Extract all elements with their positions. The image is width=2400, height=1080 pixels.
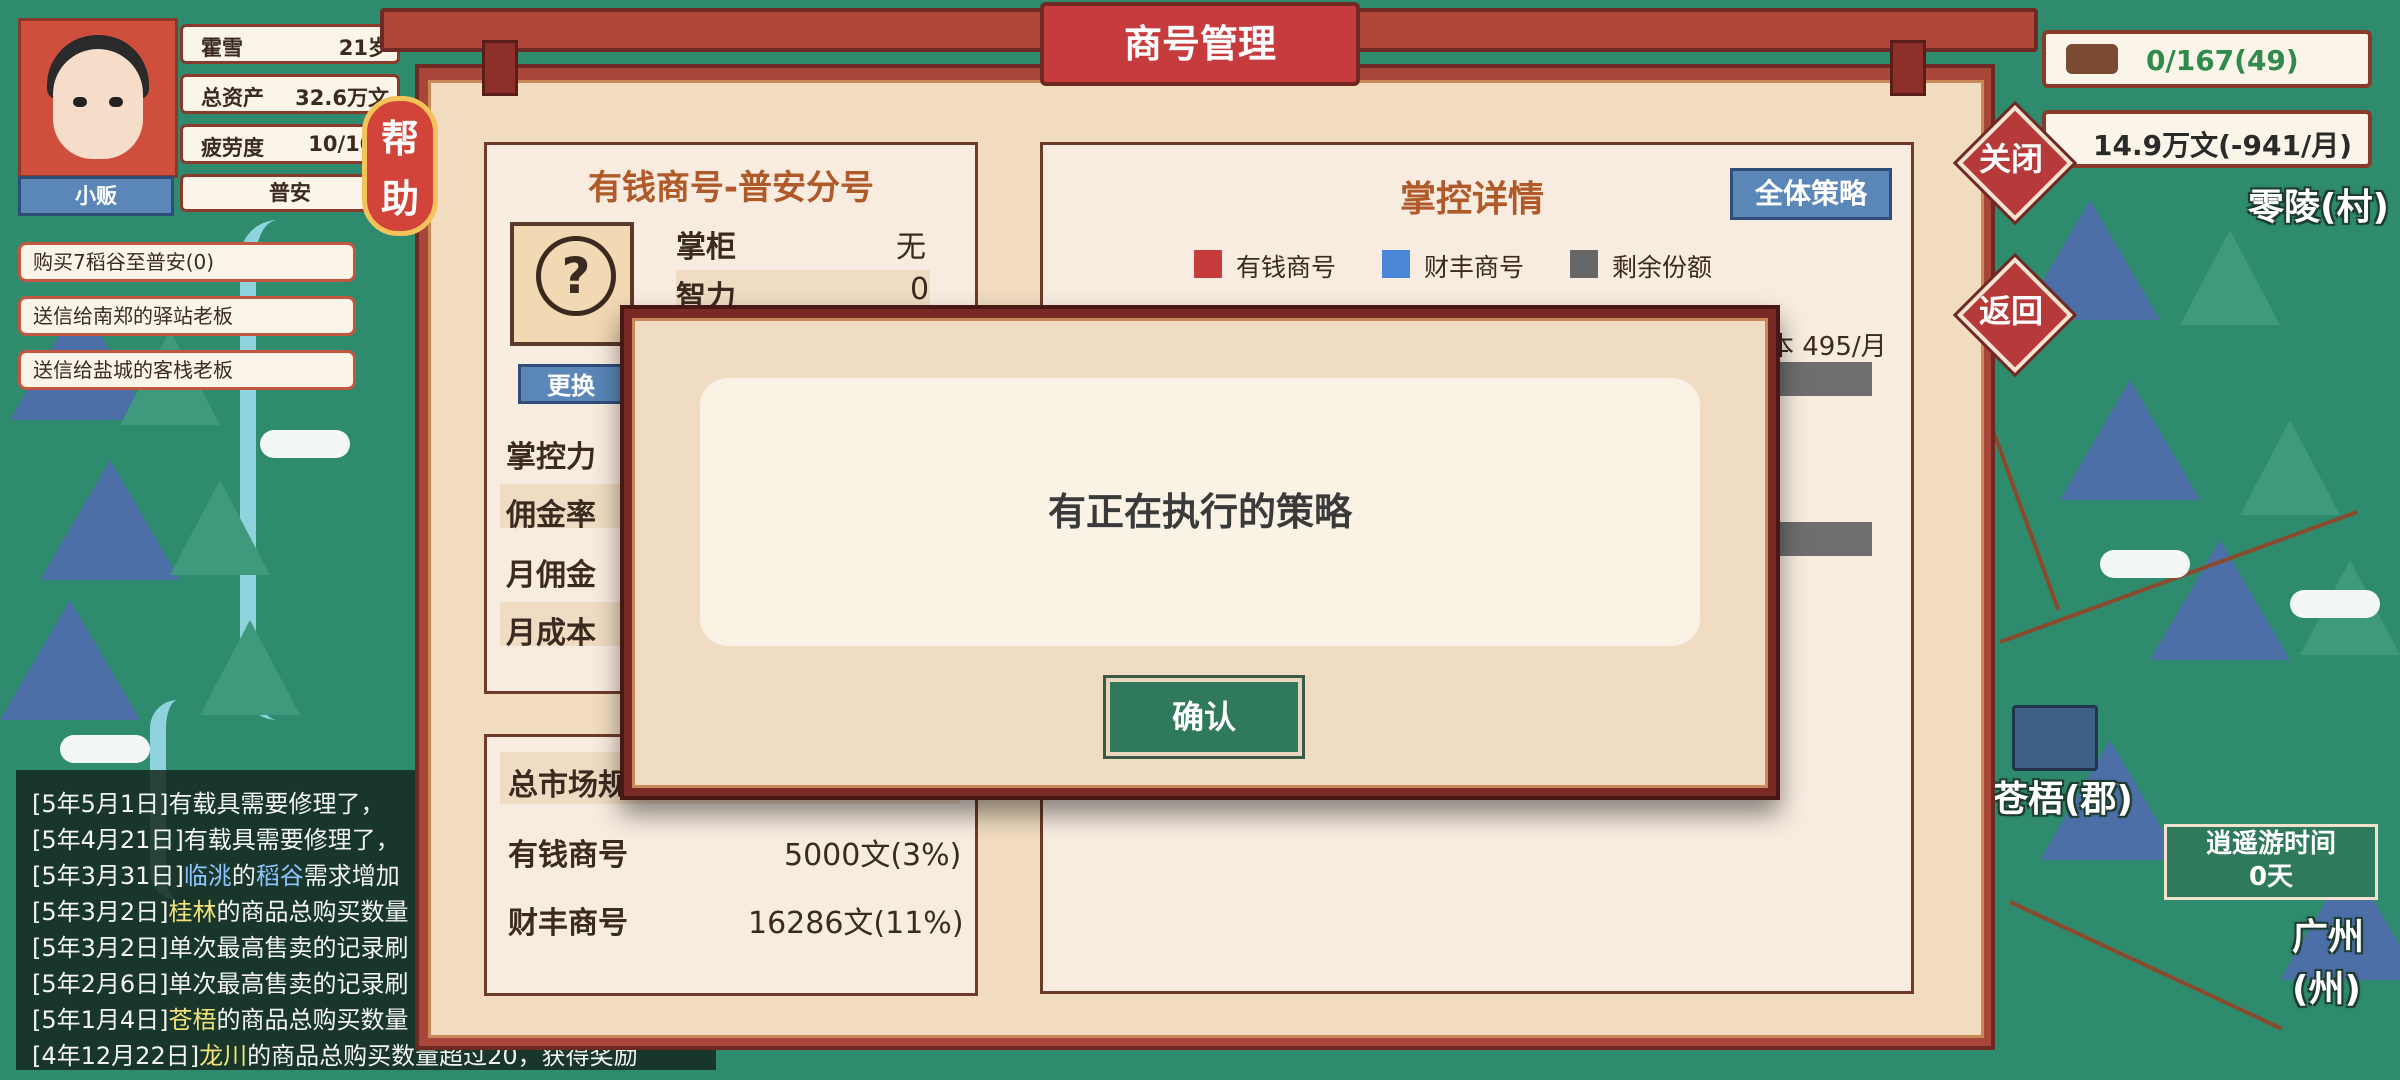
legend-label: 财丰商号 — [1424, 253, 1525, 282]
legend-swatch-caifeng — [1382, 250, 1410, 278]
log-entry: [5年1月4日]苍梧的商品总购买数量 — [32, 1006, 409, 1034]
city-icon[interactable] — [2012, 705, 2098, 771]
city-label-guangzhou[interactable]: 广州(州) — [2292, 908, 2400, 1012]
legend-swatch-remaining — [1570, 250, 1598, 278]
help-button[interactable]: 帮 助 — [362, 96, 438, 236]
monthly-commission-label: 月佣金 — [506, 558, 596, 593]
cloud — [2100, 550, 2190, 578]
city-label-cangwu[interactable]: 苍梧(郡) — [1992, 770, 2133, 822]
log-entry: [5年2月6日]单次最高售卖的记录刷 — [32, 970, 409, 998]
money-display: 14.9万文(-941/月) — [2042, 110, 2372, 168]
alert-message: 有正在执行的策略 — [1047, 490, 1352, 534]
all-strategy-button[interactable]: 全体策略 — [1730, 168, 1892, 220]
confirm-button[interactable]: 确认 — [1106, 678, 1302, 756]
legend-swatch-youqian — [1194, 250, 1222, 278]
player-assets-row: 总资产 32.6万文 — [180, 74, 400, 114]
log-entry: [5年3月2日]桂林的商品总购买数量 — [32, 898, 409, 926]
control-power-label: 掌控力 — [506, 440, 596, 475]
legend-label: 有钱商号 — [1236, 253, 1337, 282]
branch-name: 有钱商号-普安分号 — [587, 168, 875, 208]
cloud — [2290, 590, 2380, 618]
log-entry: [5年5月1日]有载具需要修理了， — [32, 790, 385, 818]
legend-label: 剩余份额 — [1612, 253, 1713, 282]
travel-time-panel[interactable]: 逍遥游时间 0天 — [2164, 824, 2378, 900]
close-button[interactable]: 关闭 — [1956, 104, 2073, 221]
manager-portrait[interactable]: ? — [510, 222, 634, 346]
dialog-title: 商号管理 — [1040, 2, 1360, 86]
market-row-label: 有钱商号 — [508, 838, 628, 873]
question-mark-icon: ? — [536, 236, 616, 316]
branch-cost-text: 本 495/月 — [1768, 332, 1887, 362]
log-entry: [5年4月21日]有载具需要修理了， — [32, 826, 400, 854]
market-row-label: 财丰商号 — [508, 906, 628, 941]
log-entry: [5年3月2日]单次最高售卖的记录刷 — [32, 934, 409, 962]
city-label-lingling[interactable]: 零陵(村) — [2248, 178, 2389, 230]
caravan-capacity: 0/167(49) — [2042, 30, 2372, 88]
monthly-cost-label: 月成本 — [506, 616, 596, 651]
intellect-value: 0 — [910, 272, 930, 307]
player-name-row: 霍雪 21岁 — [180, 24, 400, 64]
task-item[interactable]: 购买7稻谷至普安(0) — [18, 242, 356, 282]
back-button[interactable]: 返回 — [1956, 256, 2073, 373]
cloud — [260, 430, 350, 458]
control-details-title: 掌控详情 — [1400, 179, 1545, 220]
task-item[interactable]: 送信给南郑的驿站老板 — [18, 296, 356, 336]
travel-time-value: 0天 — [2248, 862, 2294, 892]
cloud — [60, 735, 150, 763]
manager-label: 掌柜 — [676, 230, 736, 265]
replace-manager-button[interactable]: 更换 — [518, 364, 624, 404]
task-item[interactable]: 送信给盐城的客栈老板 — [18, 350, 356, 390]
fatigue-label: 疲劳度 — [201, 136, 264, 160]
beam-pillar — [1890, 40, 1926, 96]
market-row-value: 5000文(3%) — [784, 838, 962, 873]
caravan-capacity-value: 0/167(49) — [2146, 44, 2299, 77]
player-avatar[interactable] — [18, 18, 178, 178]
horse-cart-icon — [2066, 44, 2118, 74]
manager-value: 无 — [896, 230, 926, 265]
commission-rate-label: 佣金率 — [506, 498, 596, 533]
player-rank: 小贩 — [18, 176, 174, 216]
beam-pillar — [482, 40, 518, 96]
market-row-value: 16286文(11%) — [748, 906, 964, 941]
travel-time-label: 逍遥游时间 — [2205, 829, 2336, 859]
log-entry: [5年3月31日]临洮的稻谷需求增加 — [32, 862, 400, 890]
player-name: 霍雪 — [201, 36, 243, 60]
assets-label: 总资产 — [201, 86, 264, 110]
money-value: 14.9万文(-941/月) — [2093, 129, 2352, 162]
